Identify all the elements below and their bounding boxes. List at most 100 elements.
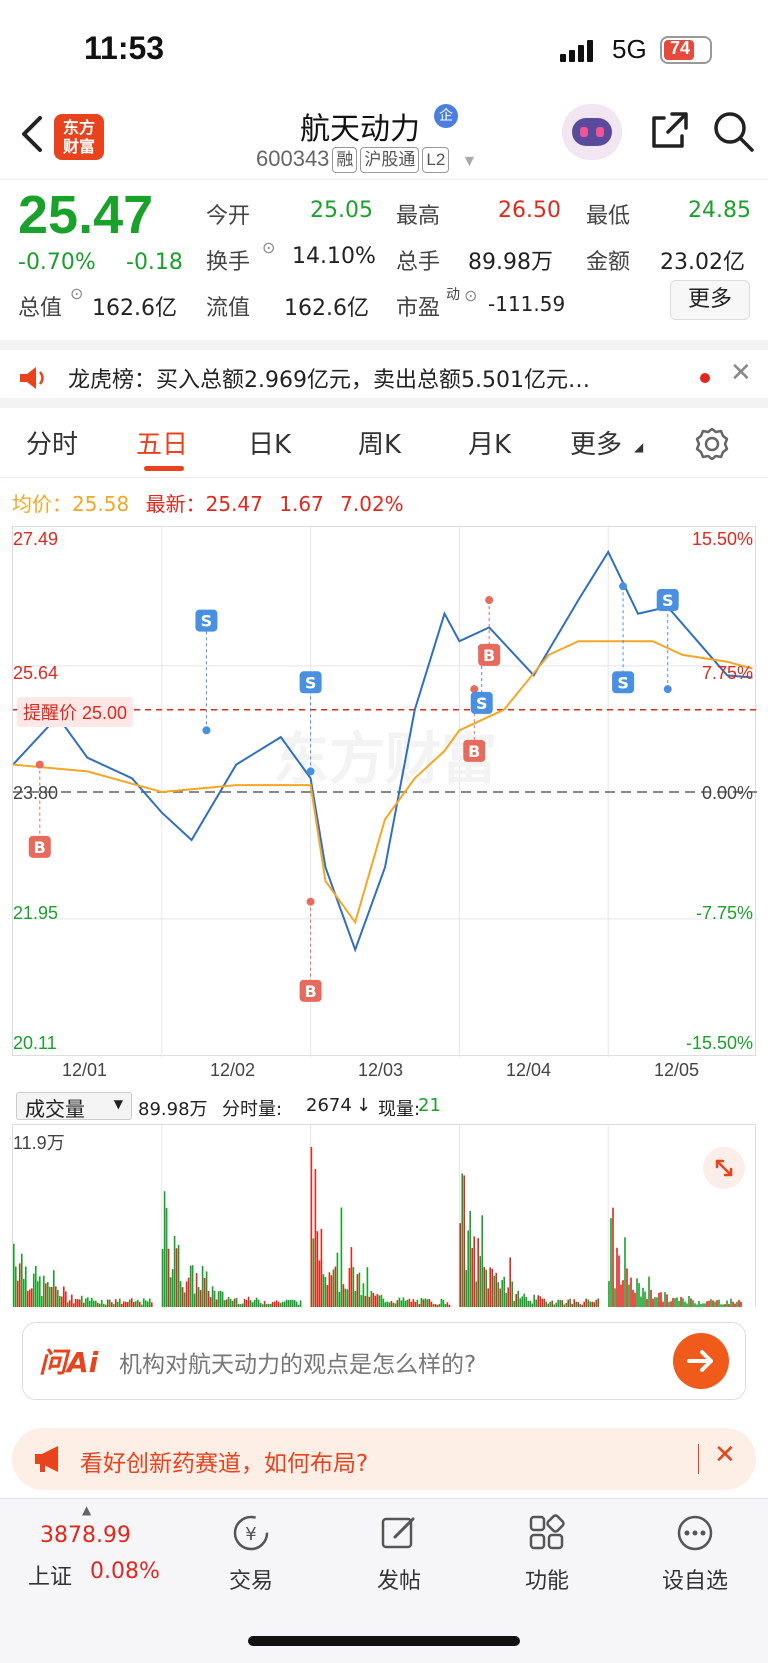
index-widget[interactable]: ▲ 3878.99 上证 0.08% [12, 1499, 162, 1599]
volume-bar [259, 1302, 262, 1307]
volume-bar [692, 1300, 694, 1307]
volume-bar [501, 1280, 503, 1307]
indicator-select[interactable]: 成交量 ▼ [16, 1092, 132, 1121]
open-label: 今开 [206, 204, 251, 229]
volume-bar [77, 1299, 79, 1307]
price-chart-svg[interactable]: 东方财富BSSBBSBSS [13, 527, 757, 1057]
volume-bar [652, 1298, 654, 1307]
close-icon[interactable]: ✕ [714, 1440, 736, 1470]
watermark: 东方财富 [273, 727, 497, 792]
nav-functions[interactable]: 功能 [492, 1513, 602, 1595]
volume-bar [626, 1268, 628, 1307]
volume-bar [316, 1231, 319, 1307]
volume-bar [19, 1263, 21, 1307]
volume-bar [559, 1299, 561, 1307]
volume-bar [519, 1298, 521, 1307]
volume-bar [161, 1249, 164, 1307]
volume-bar [189, 1265, 192, 1307]
volume-bar [414, 1301, 417, 1307]
volume-bar [191, 1265, 194, 1307]
ai-assistant-icon[interactable] [562, 104, 622, 160]
tab-intraday[interactable]: 分时 [26, 424, 78, 461]
back-icon[interactable] [18, 114, 46, 154]
volume-bar [662, 1301, 664, 1307]
more-dots-icon [677, 1515, 713, 1551]
volume-bar [181, 1287, 184, 1307]
volume-bar [55, 1286, 57, 1307]
battery-icon: 74 [660, 36, 712, 64]
volume-bar [644, 1291, 646, 1307]
volume-bar [390, 1301, 393, 1307]
index-value: 3878.99 [40, 1523, 131, 1548]
volume-bar [239, 1304, 242, 1307]
volume-bar [684, 1301, 686, 1307]
trade-marker-dot [202, 726, 211, 735]
alert-price-label[interactable]: 提醒价 25.00 [17, 697, 134, 727]
y-tick-right: 15.50% [691, 529, 753, 549]
volume-bar [209, 1297, 212, 1307]
volume-bar [463, 1175, 465, 1307]
share-icon[interactable] [648, 110, 690, 152]
nav-watchlist[interactable]: 设自选 [640, 1513, 750, 1595]
info-icon[interactable]: ⊙ [70, 284, 83, 303]
volume-bar [545, 1301, 547, 1307]
more-button[interactable]: 更多 [670, 280, 750, 320]
volume-bar [81, 1295, 83, 1307]
tab-more[interactable]: 更多 [570, 424, 622, 461]
volume-bar [85, 1298, 87, 1307]
y-tick-right: 0.00% [701, 783, 753, 803]
gear-icon[interactable] [694, 426, 730, 462]
tab-daily-k[interactable]: 日K [248, 424, 291, 461]
nav-trade[interactable]: ¥ 交易 [196, 1513, 306, 1595]
info-icon[interactable]: ⊙ [464, 286, 477, 305]
volume-bar [235, 1298, 238, 1307]
volume-bar [281, 1301, 284, 1307]
send-button[interactable] [673, 1333, 729, 1389]
volume-bar [561, 1300, 563, 1307]
volume-bar [147, 1301, 149, 1307]
stock-code-row[interactable]: 600343 融沪股通 L2 ▼ [256, 146, 477, 173]
volume-bar [704, 1303, 706, 1307]
edit-icon [381, 1517, 415, 1549]
volume-bar [332, 1269, 335, 1307]
tab-five-day[interactable]: 五日 [136, 424, 188, 461]
home-indicator [248, 1636, 520, 1646]
volume-bar [553, 1304, 555, 1307]
status-time: 11:53 [84, 30, 165, 66]
ask-ai-bar[interactable]: 问Ai 机构对航天动力的观点是怎么样的? [22, 1322, 746, 1400]
price-chart[interactable]: 东方财富 B S S B B S B S S 27.49 25.64 23.80 21.95 20… [12, 526, 757, 1057]
expand-icon[interactable] [703, 1147, 745, 1189]
volume-bar [521, 1296, 523, 1307]
volume-bar [465, 1270, 467, 1307]
tab-monthly-k[interactable]: 月K [468, 424, 511, 461]
volume-chart[interactable]: 11.9万 [12, 1124, 756, 1307]
volume-bar [517, 1290, 519, 1307]
nav-post[interactable]: 发帖 [344, 1513, 454, 1595]
volume-bar [133, 1301, 135, 1307]
y-tick-right: 7.75% [701, 663, 753, 683]
amount-label: 金额 [586, 250, 631, 275]
volume-bar [113, 1304, 115, 1307]
info-icon[interactable]: ⊙ [262, 238, 275, 257]
volume-bar [231, 1300, 234, 1307]
close-icon[interactable]: ✕ [730, 358, 752, 388]
volume-bar [135, 1301, 137, 1307]
volume-bar [59, 1295, 61, 1307]
volume-bar [384, 1302, 387, 1307]
volume-bar [686, 1303, 688, 1307]
volume-bar [289, 1299, 292, 1307]
ask-input[interactable]: 机构对航天动力的观点是怎么样的? [119, 1345, 476, 1379]
volume-bar [740, 1301, 742, 1307]
volume-bar [448, 1304, 451, 1307]
x-tick: 12/01 [62, 1060, 108, 1080]
avg-value: 25.58 [72, 492, 130, 516]
promo-banner[interactable]: 看好创新药赛道，如何布局? ✕ [12, 1428, 756, 1490]
news-ticker[interactable]: 龙虎榜：买入总额2.969亿元，卖出总额5.501亿元… ✕ [0, 340, 768, 408]
volume-bar [73, 1303, 75, 1307]
volume-bar [374, 1295, 377, 1307]
volume-bar [25, 1266, 27, 1307]
volume-bar [366, 1267, 369, 1307]
tab-weekly-k[interactable]: 周K [358, 424, 401, 461]
volume-bar [396, 1300, 399, 1307]
search-icon[interactable] [712, 110, 756, 154]
